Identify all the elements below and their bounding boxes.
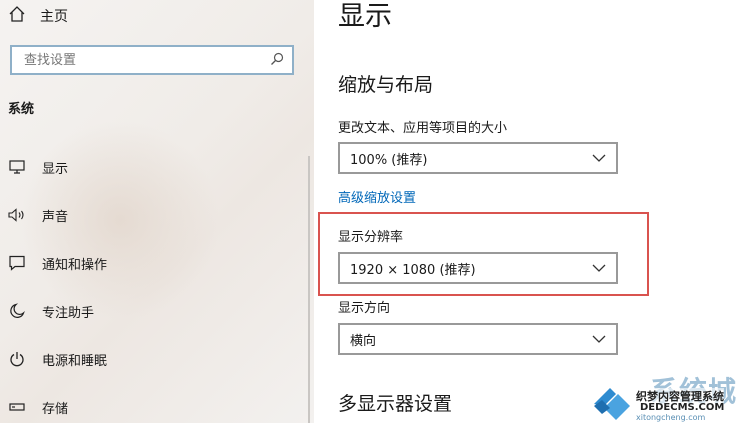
orientation-dropdown[interactable]: 横向	[338, 323, 618, 355]
chevron-down-icon	[592, 332, 606, 347]
sidebar-item-label: 声音	[42, 209, 69, 225]
home-label: 主页	[40, 9, 68, 25]
home-nav-item[interactable]: 主页	[8, 4, 68, 28]
watermark: 系统城 织梦内容管理系统 DEDECMS.COM xitongcheng.com	[590, 372, 745, 423]
sidebar-item-label: 专注助手	[42, 305, 95, 321]
scale-dropdown-value: 100% (推荐)	[350, 152, 428, 168]
moon-icon	[8, 302, 26, 320]
home-icon	[8, 5, 26, 27]
search-input[interactable]	[22, 51, 270, 69]
sidebar-item-sound[interactable]: 声音	[8, 203, 68, 227]
monitor-icon	[8, 158, 26, 176]
section-label-system: 系统	[8, 102, 35, 117]
advanced-scaling-link[interactable]: 高级缩放设置	[338, 187, 416, 206]
sidebar-item-notifications[interactable]: 通知和操作	[8, 251, 107, 275]
orientation-label: 显示方向	[338, 301, 391, 316]
notification-icon	[8, 254, 26, 272]
sidebar-item-storage[interactable]: 存储	[8, 395, 68, 419]
sidebar-item-label: 通知和操作	[42, 257, 108, 273]
watermark-line3: xitongcheng.com	[636, 413, 706, 422]
sidebar-item-label: 显示	[42, 161, 69, 177]
scale-label: 更改文本、应用等项目的大小	[338, 121, 508, 136]
scale-layout-heading: 缩放与布局	[338, 74, 434, 96]
sidebar-item-label: 存储	[42, 401, 69, 417]
sidebar-item-power-sleep[interactable]: 电源和睡眠	[8, 347, 107, 371]
sidebar-scrollbar[interactable]	[308, 156, 310, 423]
search-icon[interactable]	[270, 51, 284, 70]
sidebar-item-label: 电源和睡眠	[42, 353, 108, 369]
power-icon	[8, 350, 26, 368]
windows-logo-icon	[594, 388, 630, 420]
sidebar-item-display[interactable]: 显示	[8, 155, 68, 179]
chevron-down-icon	[592, 151, 606, 166]
resolution-highlight-box	[318, 212, 649, 296]
watermark-line2: DEDECMS.COM	[640, 402, 725, 413]
settings-sidebar: 主页 系统 显示 声音 通知和操作 专注助手 电源和睡眠	[0, 0, 314, 423]
multiple-displays-heading: 多显示器设置	[338, 393, 453, 415]
storage-icon	[8, 398, 26, 416]
page-title: 显示	[338, 1, 392, 32]
sidebar-item-focus-assist[interactable]: 专注助手	[8, 299, 94, 323]
speaker-icon	[8, 206, 26, 224]
orientation-dropdown-value: 横向	[350, 333, 377, 349]
scale-dropdown[interactable]: 100% (推荐)	[338, 142, 618, 174]
search-box[interactable]	[10, 45, 294, 75]
